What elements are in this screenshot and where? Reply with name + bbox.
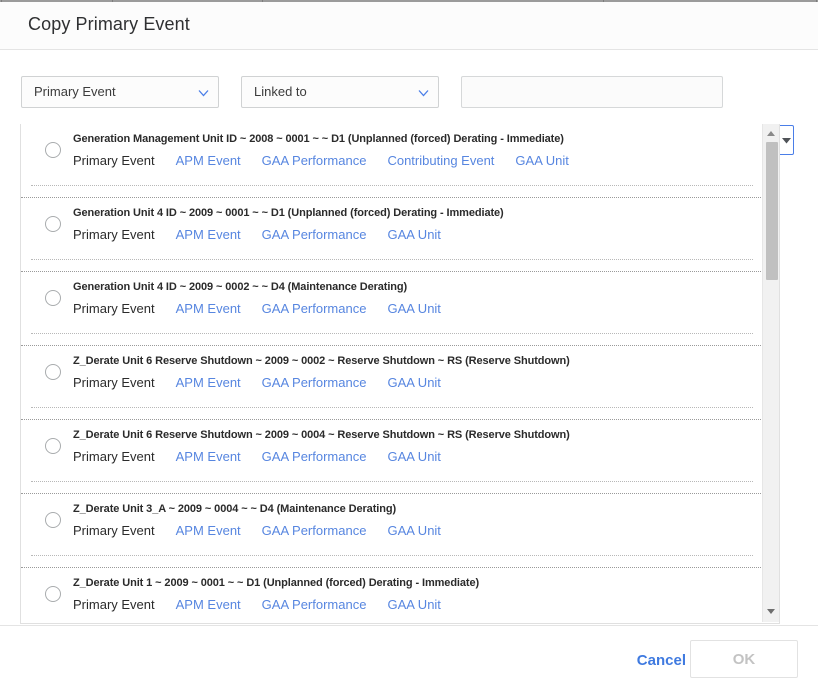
row-links: Primary Event APM Event GAA Performance GAA… [73,522,462,542]
ok-button[interactable]: OK [690,640,798,678]
row-radio-button[interactable] [45,364,61,380]
row-link-active: Primary Event [73,153,155,168]
row-link[interactable]: APM Event [176,523,241,538]
relationship-value: Linked to [254,84,307,99]
row-radio-button[interactable] [45,142,61,158]
row-link[interactable]: GAA Unit [515,153,568,168]
row-link[interactable]: APM Event [176,153,241,168]
list-item-card: Z_Derate Unit 6 Reserve Shutdown ~ 2009 … [31,420,753,482]
row-link[interactable]: GAA Performance [262,597,367,612]
relationship-dropdown[interactable]: Linked to [241,76,439,108]
row-title: Z_Derate Unit 1 ~ 2009 ~ 0001 ~ ~ D1 (Un… [73,577,480,589]
row-link[interactable]: Contributing Event [387,153,494,168]
list-item[interactable]: Z_Derate Unit 6 Reserve Shutdown ~ 2009 … [21,420,763,494]
row-links: Primary Event APM Event GAA Performance GAA… [73,596,462,616]
row-radio-button[interactable] [45,512,61,528]
list-item[interactable]: Z_Derate Unit 1 ~ 2009 ~ 0001 ~ ~ D1 (Un… [21,568,763,622]
row-link-active: Primary Event [73,449,155,464]
row-radio-button[interactable] [45,290,61,306]
list-item[interactable]: Z_Derate Unit 6 Reserve Shutdown ~ 2009 … [21,346,763,420]
row-link[interactable]: GAA Unit [387,449,440,464]
entity-type-dropdown[interactable]: Primary Event [21,76,219,108]
row-link[interactable]: GAA Unit [387,597,440,612]
row-radio-button[interactable] [45,586,61,602]
scroll-down-button[interactable] [763,604,779,620]
caret-down-icon [781,138,791,144]
list-item-card: Z_Derate Unit 1 ~ 2009 ~ 0001 ~ ~ D1 (Un… [31,568,753,622]
row-link[interactable]: GAA Unit [387,301,440,316]
row-link[interactable]: GAA Performance [262,227,367,242]
row-link-active: Primary Event [73,597,155,612]
row-link[interactable]: APM Event [176,375,241,390]
results-list: Generation Management Unit ID ~ 2008 ~ 0… [20,124,780,624]
scrollbar-thumb[interactable] [766,142,778,280]
row-link[interactable]: GAA Performance [262,153,367,168]
row-link[interactable]: GAA Performance [262,449,367,464]
row-links: Primary Event APM Event GAA Performance GAA… [73,226,462,246]
results-scrollbar[interactable] [762,124,779,622]
chevron-down-icon [198,89,209,98]
row-link[interactable]: GAA Performance [262,301,367,316]
entity-type-value: Primary Event [34,84,116,99]
row-links: Primary Event APM Event GAA Performance Con… [73,152,590,172]
row-link-active: Primary Event [73,523,155,538]
row-link[interactable]: GAA Performance [262,523,367,538]
scroll-up-button[interactable] [763,126,779,142]
row-title: Generation Management Unit ID ~ 2008 ~ 0… [73,133,564,145]
row-link[interactable]: APM Event [176,597,241,612]
row-link[interactable]: GAA Unit [387,523,440,538]
row-link[interactable]: GAA Unit [387,375,440,390]
row-link[interactable]: APM Event [176,301,241,316]
row-links: Primary Event APM Event GAA Performance GAA… [73,448,462,468]
row-title: Z_Derate Unit 6 Reserve Shutdown ~ 2009 … [73,355,570,367]
row-links: Primary Event APM Event GAA Performance GAA… [73,374,462,394]
row-link-active: Primary Event [73,375,155,390]
row-link[interactable]: APM Event [176,227,241,242]
row-title: Z_Derate Unit 6 Reserve Shutdown ~ 2009 … [73,429,570,441]
row-radio-button[interactable] [45,216,61,232]
list-item[interactable]: Z_Derate Unit 3_A ~ 2009 ~ 0004 ~ ~ D4 (… [21,494,763,568]
list-item[interactable]: Generation Unit 4 ID ~ 2009 ~ 0001 ~ ~ D… [21,198,763,272]
row-link[interactable]: GAA Unit [387,227,440,242]
results-viewport: Generation Management Unit ID ~ 2008 ~ 0… [21,124,763,622]
row-link-active: Primary Event [73,301,155,316]
row-title: Z_Derate Unit 3_A ~ 2009 ~ 0004 ~ ~ D4 (… [73,503,397,515]
row-links: Primary Event APM Event GAA Performance GAA… [73,300,462,320]
row-link[interactable]: APM Event [176,449,241,464]
row-link-active: Primary Event [73,227,155,242]
triangle-up-icon [767,131,775,136]
list-item-card: Generation Management Unit ID ~ 2008 ~ 0… [31,124,753,186]
triangle-down-icon [767,609,775,614]
dialog-footer: Cancel OK [0,625,818,691]
row-title: Generation Unit 4 ID ~ 2009 ~ 0002 ~ ~ D… [73,281,408,293]
list-item-card: Z_Derate Unit 6 Reserve Shutdown ~ 2009 … [31,346,753,408]
search-input[interactable] [461,76,723,108]
list-item-card: Z_Derate Unit 3_A ~ 2009 ~ 0004 ~ ~ D4 (… [31,494,753,556]
list-item-card: Generation Unit 4 ID ~ 2009 ~ 0001 ~ ~ D… [31,198,753,260]
row-link[interactable]: GAA Performance [262,375,367,390]
page-title: Copy Primary Event [28,14,190,34]
dialog-header: Copy Primary Event [0,2,818,50]
row-radio-button[interactable] [45,438,61,454]
list-item[interactable]: Generation Management Unit ID ~ 2008 ~ 0… [21,124,763,198]
list-item[interactable]: Generation Unit 4 ID ~ 2009 ~ 0002 ~ ~ D… [21,272,763,346]
cancel-button[interactable]: Cancel [633,646,690,675]
row-title: Generation Unit 4 ID ~ 2009 ~ 0001 ~ ~ D… [73,207,504,219]
list-item-card: Generation Unit 4 ID ~ 2009 ~ 0002 ~ ~ D… [31,272,753,334]
chevron-down-icon [418,89,429,98]
search-options-button[interactable] [778,125,794,155]
filter-bar: Primary Event Linked to [0,51,818,155]
